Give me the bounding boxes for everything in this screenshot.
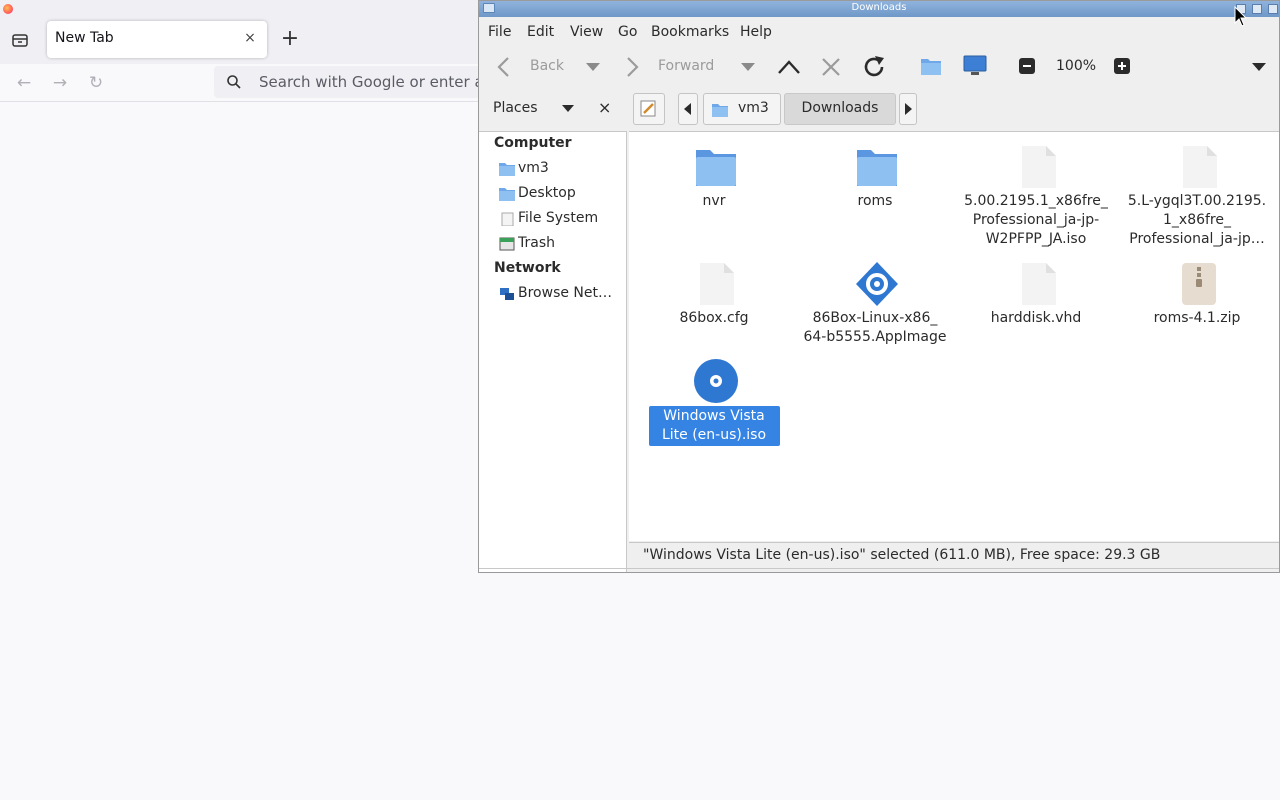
menu-bookmarks[interactable]: Bookmarks <box>651 24 729 40</box>
menu-help[interactable]: Help <box>740 24 772 40</box>
window-titlebar[interactable]: Downloads <box>479 1 1279 17</box>
file-manager-window: Downloads File Edit View Go Bookmarks He… <box>478 0 1280 573</box>
status-bar: "Windows Vista Lite (en-us).iso" selecte… <box>629 542 1279 568</box>
computer-icon[interactable] <box>962 55 988 83</box>
file-item-w2k-pro-iso-2[interactable]: 5.L-ygql3T.00.2195. 1_x86fre_ Profession… <box>1122 136 1272 247</box>
file-icon <box>1022 263 1056 305</box>
tab-list-icon[interactable] <box>10 30 30 50</box>
forward-history-dropdown-icon[interactable] <box>741 63 755 91</box>
menu-file[interactable]: File <box>488 24 511 40</box>
toolbar-overflow-dropdown-icon[interactable] <box>1252 63 1266 91</box>
close-side-pane-icon[interactable]: × <box>598 98 611 117</box>
menu-view[interactable]: View <box>570 24 603 40</box>
close-window-button[interactable] <box>1268 4 1278 14</box>
sidebar-item-vm3[interactable]: vm3 <box>499 158 623 180</box>
file-name-label: Windows Vista Lite (en-us).iso <box>648 406 780 446</box>
home-folder-icon <box>712 104 728 117</box>
zoom-out-icon[interactable] <box>1019 58 1037 86</box>
reload-icon[interactable] <box>861 54 887 82</box>
sidebar-header-network: Network <box>494 260 561 276</box>
file-item-harddisk-vhd[interactable]: harddisk.vhd <box>961 253 1111 363</box>
back-chevron-icon <box>497 57 509 77</box>
sidebar-item-browse-network[interactable]: Browse Netw… <box>499 283 623 305</box>
file-item-w2k-pro-iso[interactable]: 5.00.2195.1_x86fre_ Professional_ja-jp- … <box>961 136 1111 247</box>
optical-disc-icon <box>694 359 738 403</box>
file-item-roms-zip[interactable]: roms-4.1.zip <box>1122 253 1272 363</box>
breadcrumb-vm3[interactable]: vm3 <box>703 93 781 125</box>
sidebar-header-computer: Computer <box>494 135 572 151</box>
drive-icon <box>501 212 514 226</box>
sidebar-item-trash[interactable]: Trash <box>499 233 623 255</box>
window-title: Downloads <box>851 2 907 13</box>
reload-icon[interactable]: ↻ <box>85 72 107 94</box>
maximize-button[interactable] <box>1252 4 1262 14</box>
right-triangle-icon <box>905 103 912 115</box>
status-text: "Windows Vista Lite (en-us).iso" selecte… <box>643 547 1161 563</box>
home-folder-icon <box>499 163 515 176</box>
search-icon <box>227 75 241 89</box>
folder-icon <box>696 150 736 186</box>
file-item-nvr[interactable]: nvr <box>639 136 789 246</box>
sidebar-item-desktop[interactable]: Desktop <box>499 183 623 205</box>
firefox-icon <box>3 4 13 14</box>
breadcrumb-scroll-left[interactable] <box>678 93 698 125</box>
side-pane-label: Places <box>493 100 538 116</box>
zip-archive-icon <box>1182 263 1216 305</box>
menu-bar: File Edit View Go Bookmarks Help <box>479 18 1279 46</box>
tab-title: New Tab <box>55 30 114 46</box>
location-bar: Places × vm3 Downloads <box>479 89 1279 129</box>
trash-icon <box>499 237 515 251</box>
file-icon <box>700 263 734 305</box>
home-folder-icon[interactable] <box>920 56 942 84</box>
zoom-in-icon[interactable] <box>1114 58 1132 86</box>
new-tab-button[interactable]: + <box>279 28 301 51</box>
zoom-level: 100% <box>1056 58 1097 74</box>
sidebar-item-file-system[interactable]: File System <box>499 208 623 230</box>
forward-arrow-icon[interactable]: → <box>49 72 71 94</box>
up-arrow-icon[interactable] <box>777 57 801 85</box>
mouse-pointer-icon <box>1234 6 1248 27</box>
network-icon <box>500 288 514 300</box>
breadcrumb-scroll-right[interactable] <box>899 93 917 125</box>
edit-icon <box>640 100 656 117</box>
file-icon <box>1183 146 1217 188</box>
appimage-gear-icon <box>856 262 898 306</box>
menu-edit[interactable]: Edit <box>527 24 554 40</box>
tab-close-icon[interactable]: × <box>241 29 259 47</box>
toolbar: Back Forward 100% <box>479 47 1279 87</box>
back-history-dropdown-icon[interactable] <box>586 63 600 91</box>
file-item-86box-appimage[interactable]: 86Box-Linux-x86_ 64-b5555.AppImage <box>800 253 950 363</box>
places-sidebar: Computer vm3 Desktop File System Trash N… <box>479 131 627 572</box>
folder-icon <box>857 150 897 186</box>
tab-new-tab[interactable]: New Tab × <box>47 21 267 58</box>
toggle-location-entry-button[interactable] <box>633 93 665 125</box>
window-bottom-edge <box>479 568 1279 572</box>
forward-chevron-icon <box>627 57 639 77</box>
file-item-windows-vista-lite-iso[interactable]: Windows Vista Lite (en-us).iso <box>639 350 789 460</box>
file-item-86box-cfg[interactable]: 86box.cfg <box>639 253 789 363</box>
file-icon-view[interactable]: nvr roms 5.00.2195.1_x86fre_ Professiona… <box>629 131 1279 541</box>
forward-button[interactable]: Forward <box>621 53 739 81</box>
side-pane-dropdown-icon[interactable] <box>562 105 576 115</box>
back-arrow-icon[interactable]: ← <box>13 72 35 94</box>
menu-go[interactable]: Go <box>618 24 637 40</box>
stop-icon[interactable] <box>821 57 841 85</box>
file-item-roms[interactable]: roms <box>800 136 950 246</box>
file-icon <box>1022 146 1056 188</box>
breadcrumb-downloads[interactable]: Downloads <box>784 93 896 125</box>
desktop-folder-icon <box>499 188 515 201</box>
left-triangle-icon <box>684 103 691 115</box>
